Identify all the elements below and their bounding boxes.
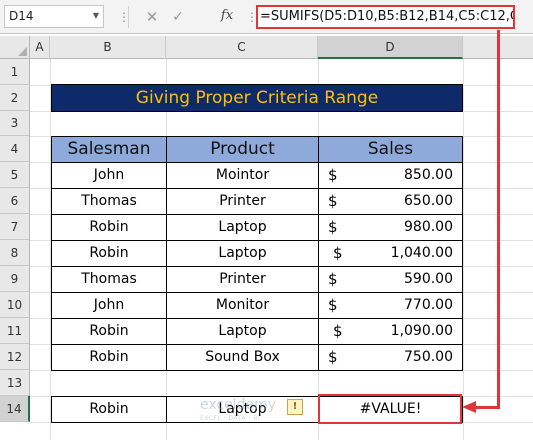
column-header-b[interactable]: B xyxy=(50,36,166,59)
row-header[interactable]: 3 xyxy=(0,111,30,136)
currency-symbol: $ xyxy=(328,348,338,366)
header-product[interactable]: Product xyxy=(166,136,319,163)
sales-amount: 1,040.00 xyxy=(390,245,453,261)
row-header[interactable]: 9 xyxy=(0,266,30,292)
gridline xyxy=(463,59,464,440)
row-header[interactable]: 8 xyxy=(0,240,30,266)
cell-salesman[interactable]: John xyxy=(51,162,167,189)
annotation-arrow-line xyxy=(476,406,500,409)
currency-symbol: $ xyxy=(333,244,343,262)
currency-symbol: $ xyxy=(328,166,338,184)
enter-icon[interactable]: ✓ xyxy=(170,7,186,27)
row-header[interactable]: 1 xyxy=(0,59,30,85)
select-all-icon xyxy=(18,47,27,56)
cell-salesman[interactable]: Thomas xyxy=(51,266,167,293)
cell-sales[interactable]: $ 1,040.00 xyxy=(318,240,463,267)
header-salesman[interactable]: Salesman xyxy=(51,136,167,163)
cell-product[interactable]: Laptop xyxy=(166,318,319,345)
header-sales[interactable]: Sales xyxy=(318,136,463,163)
currency-symbol: $ xyxy=(328,192,338,210)
cell-salesman[interactable]: Robin xyxy=(51,318,167,345)
cell-sales[interactable]: $ 590.00 xyxy=(318,266,463,293)
error-warning-icon[interactable]: ! xyxy=(287,399,303,415)
sales-amount: 770.00 xyxy=(404,297,453,313)
cell-product[interactable]: Monitor xyxy=(166,292,319,319)
name-box[interactable]: D14 xyxy=(4,5,104,28)
cell-sales[interactable]: $ 750.00 xyxy=(318,344,463,371)
cell-product[interactable]: Mointor xyxy=(166,162,319,189)
row-header[interactable]: 14 xyxy=(0,396,30,422)
more-options-icon[interactable]: ⋮ xyxy=(118,0,130,34)
row-header[interactable]: 6 xyxy=(0,188,30,214)
cell-sales[interactable]: $ 650.00 xyxy=(318,188,463,215)
currency-symbol: $ xyxy=(328,270,338,288)
sales-amount: 650.00 xyxy=(404,193,453,209)
column-header-a[interactable]: A xyxy=(30,36,50,59)
currency-symbol: $ xyxy=(333,322,343,340)
sales-amount: 590.00 xyxy=(404,271,453,287)
currency-symbol: $ xyxy=(328,296,338,314)
cell-salesman[interactable]: Robin xyxy=(51,240,167,267)
criteria-salesman-cell[interactable]: Robin xyxy=(51,396,167,423)
column-header-d[interactable]: D xyxy=(318,36,463,59)
cell-product[interactable]: Sound Box xyxy=(166,344,319,371)
sales-amount: 750.00 xyxy=(404,349,453,365)
cancel-icon[interactable]: ✕ xyxy=(144,7,160,27)
sales-amount: 980.00 xyxy=(404,219,453,235)
row-header[interactable]: 2 xyxy=(0,85,30,111)
row-header[interactable]: 13 xyxy=(0,370,30,396)
row-header[interactable]: 7 xyxy=(0,214,30,240)
cell-product[interactable]: Laptop xyxy=(166,214,319,241)
watermark-brand: exceldemy xyxy=(200,397,277,413)
cell-salesman[interactable]: John xyxy=(51,292,167,319)
cell-sales[interactable]: $ 770.00 xyxy=(318,292,463,319)
sheet-title[interactable]: Giving Proper Criteria Range xyxy=(51,84,463,112)
annotation-arrow-line xyxy=(497,30,500,409)
row-header[interactable]: 11 xyxy=(0,318,30,344)
cell-product[interactable]: Laptop xyxy=(166,240,319,267)
result-highlight-box xyxy=(318,394,462,424)
row-header[interactable]: 10 xyxy=(0,292,30,318)
row-header[interactable]: 5 xyxy=(0,162,30,188)
sales-amount: 850.00 xyxy=(404,167,453,183)
cell-salesman[interactable]: Robin xyxy=(51,214,167,241)
cell-sales[interactable]: $ 980.00 xyxy=(318,214,463,241)
insert-function-icon[interactable]: fx xyxy=(217,6,237,26)
cell-product[interactable]: Printer xyxy=(166,188,319,215)
cell-product[interactable]: Printer xyxy=(166,266,319,293)
cell-salesman[interactable]: Robin xyxy=(51,344,167,371)
cell-salesman[interactable]: Thomas xyxy=(51,188,167,215)
formula-input[interactable]: =SUMIFS(D5:D10,B5:B12,B14,C5:C12,C14) xyxy=(256,5,515,29)
column-header-c[interactable]: C xyxy=(166,36,318,59)
sales-amount: 1,090.00 xyxy=(390,323,453,339)
formula-bar: D14 ▼ ⋮ ✕ ✓ fx ⋮ =SUMIFS(D5:D10,B5:B12,B… xyxy=(0,0,533,34)
currency-symbol: $ xyxy=(328,218,338,236)
cell-sales[interactable]: $ 1,090.00 xyxy=(318,318,463,345)
row-header[interactable]: 12 xyxy=(0,344,30,370)
chevron-down-icon[interactable]: ▼ xyxy=(90,6,102,26)
row-header[interactable]: 4 xyxy=(0,136,30,162)
arrow-left-icon xyxy=(462,401,476,413)
cell-sales[interactable]: $ 850.00 xyxy=(318,162,463,189)
